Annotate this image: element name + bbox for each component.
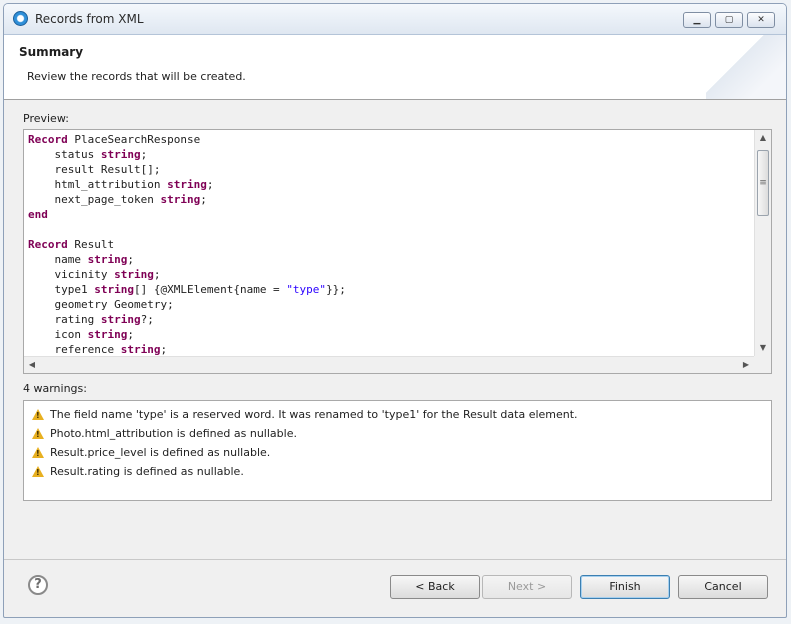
code-text: ; [127,328,134,341]
summary-title: Summary [19,45,84,59]
horizontal-scrollbar[interactable]: ◀ ▶ [24,356,754,373]
warning-item[interactable]: ! Result.price_level is defined as nullab… [32,443,771,462]
code-text: reference [28,343,121,356]
code-text: type1 [28,283,95,296]
warning-icon: ! [32,447,44,458]
scroll-left-arrow-icon[interactable]: ◀ [24,357,40,373]
code-keyword: Record [28,238,68,251]
code-text: ; [140,148,148,161]
code-text: rating [28,313,101,326]
scroll-right-arrow-icon[interactable]: ▶ [738,357,754,373]
code-line: end [28,207,754,222]
next-button[interactable]: Next > [482,575,572,599]
code-keyword: string [100,148,141,161]
code-text: html_attribution [28,178,168,191]
summary-description: Review the records that will be created. [27,70,246,83]
vertical-scrollbar[interactable]: ▲ ≡ ▼ [754,130,771,356]
warning-text: The field name 'type' is a reserved word… [50,408,578,421]
minimize-button[interactable]: ▁ [683,12,711,28]
warning-item[interactable]: ! Result.rating is defined as nullable. [32,462,771,481]
code-keyword: string [167,178,207,191]
code-line: Record PlaceSearchResponse [28,132,754,147]
code-line: geometry Geometry; [28,297,754,312]
code-keyword: string [100,313,141,326]
code-line: html_attribution string; [28,177,754,192]
help-icon[interactable]: ? [28,575,48,595]
window-title: Records from XML [35,12,144,26]
close-button[interactable]: ✕ [747,12,775,28]
scroll-up-arrow-icon[interactable]: ▲ [755,130,771,146]
preview-label: Preview: [23,112,69,125]
code-keyword: string [114,268,154,281]
code-keyword: end [28,208,48,221]
code-keyword: string [87,328,128,341]
code-line: Record Result [28,237,754,252]
cancel-button[interactable]: Cancel [678,575,768,599]
warning-text: Photo.html_attribution is defined as nul… [50,427,297,440]
code-line: rating string?; [28,312,754,327]
code-line: reference string; [28,342,754,356]
code-line: icon string; [28,327,754,342]
code-keyword: string [120,343,161,356]
warning-text: Result.rating is defined as nullable. [50,465,244,478]
code-text: ; [153,268,161,281]
vertical-scroll-thumb[interactable]: ≡ [757,150,769,216]
code-text: ; [127,253,134,266]
title-bar: Records from XML ▁ ▢ ✕ [4,4,786,35]
code-line: vicinity string; [28,267,754,282]
code-text: icon [28,328,88,341]
code-text: result Result[]; [28,163,161,176]
code-keyword: string [160,193,201,206]
scroll-corner [754,356,771,373]
code-keyword: string [94,283,134,296]
warning-item[interactable]: ! The field name 'type' is a reserved wor… [32,405,771,424]
code-text: name [28,253,88,266]
code-line: result Result[]; [28,162,754,177]
code-text: ?; [140,313,154,326]
code-text: ; [206,178,214,191]
code-line: next_page_token string; [28,192,754,207]
code-text: ; [200,193,207,206]
summary-header: Summary Review the records that will be … [4,35,786,100]
code-text: }}; [326,283,346,296]
code-keyword: Record [28,133,68,146]
code-text: geometry Geometry; [28,298,174,311]
finish-button[interactable]: Finish [580,575,670,599]
code-text: vicinity [28,268,115,281]
code-line: status string; [28,147,754,162]
warning-icon: ! [32,409,44,420]
header-decoration [706,35,786,99]
code-text: Result [67,238,115,251]
scroll-down-arrow-icon[interactable]: ▼ [755,340,771,356]
code-text: PlaceSearchResponse [67,133,201,146]
app-icon [13,11,28,26]
warning-icon: ! [32,428,44,439]
code-text: [] {@XMLElement{name = [133,283,287,296]
warnings-label: 4 warnings: [23,382,87,395]
warning-item[interactable]: ! Photo.html_attribution is defined as nu… [32,424,771,443]
maximize-button[interactable]: ▢ [715,12,743,28]
records-from-xml-dialog: Records from XML ▁ ▢ ✕ Summary Review th… [3,3,787,618]
code-string: "type" [286,283,327,296]
code-preview-text[interactable]: Record PlaceSearchResponse status string… [24,130,754,356]
code-text: next_page_token [28,193,161,206]
code-line: type1 string[] {@XMLElement{name = "type… [28,282,754,297]
code-keyword: string [87,253,128,266]
preview-code-box[interactable]: Record PlaceSearchResponse status string… [23,129,772,374]
warnings-list[interactable]: ! The field name 'type' is a reserved wor… [23,400,772,501]
back-button[interactable]: < Back [390,575,480,599]
footer-separator [4,559,786,560]
warning-icon: ! [32,466,44,477]
warning-text: Result.price_level is defined as nullabl… [50,446,271,459]
code-text: ; [160,343,168,356]
code-text: status [28,148,101,161]
code-line: name string; [28,252,754,267]
